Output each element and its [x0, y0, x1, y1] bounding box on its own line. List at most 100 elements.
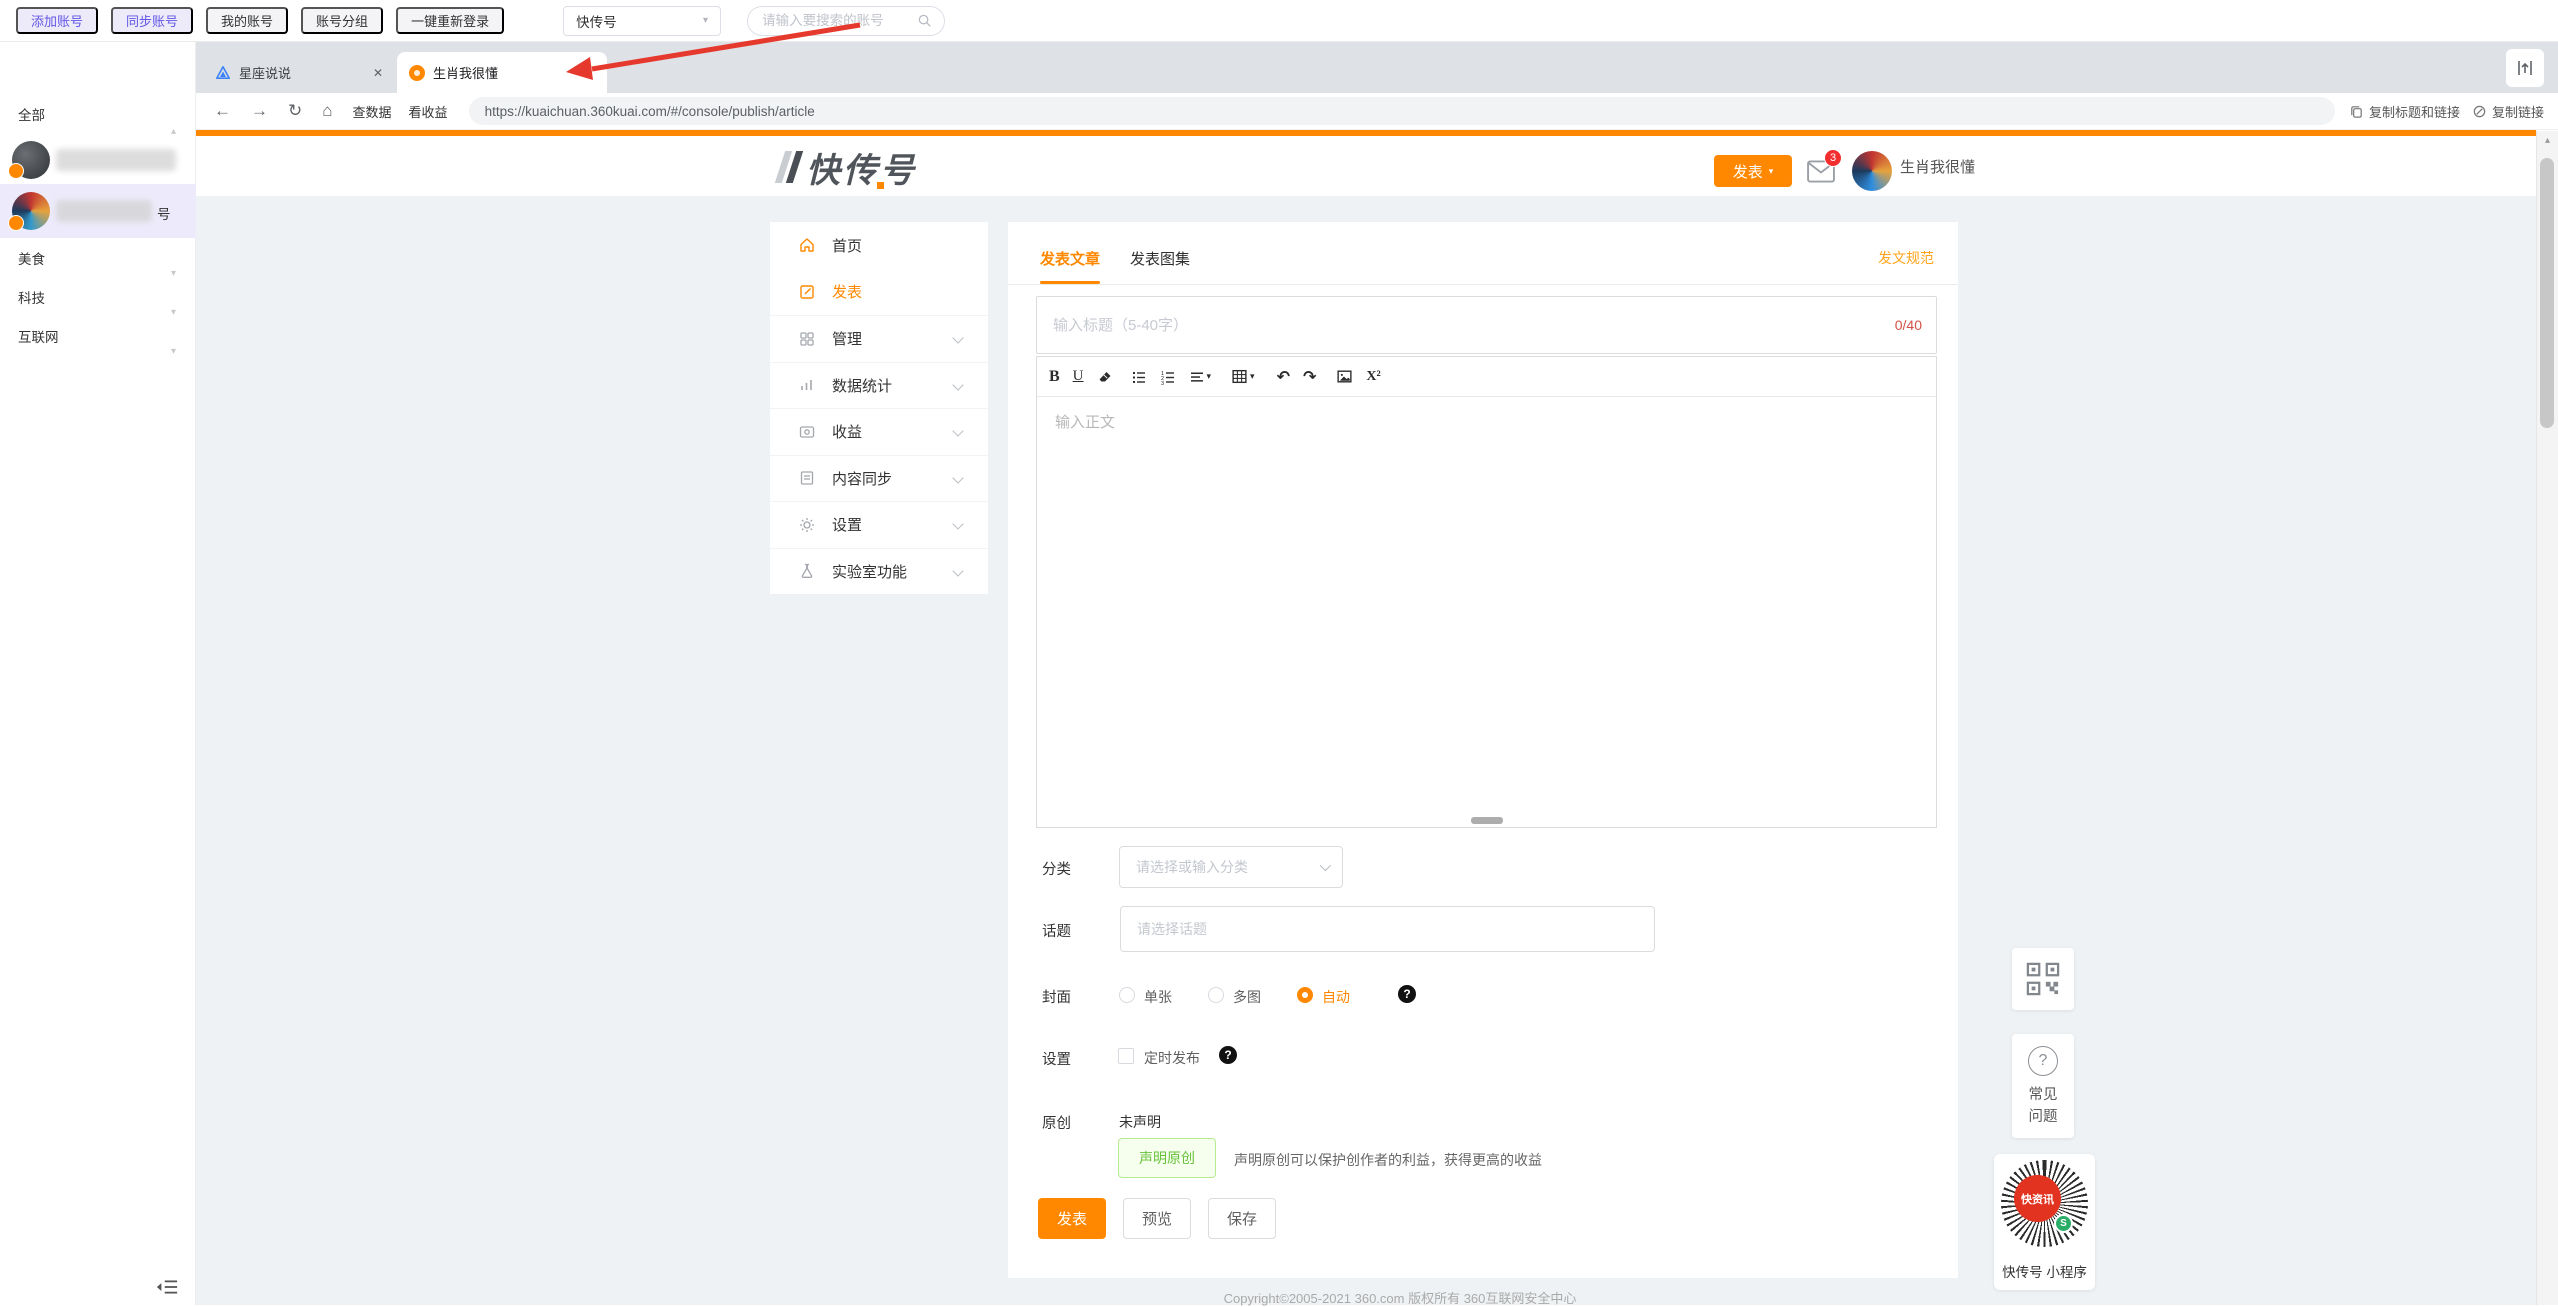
menu-item-home[interactable]: 首页	[770, 222, 988, 269]
caret-down-icon: ▾	[1207, 371, 1212, 382]
eraser-button[interactable]	[1097, 369, 1113, 385]
bookmark-view-data[interactable]: 查数据	[353, 102, 392, 121]
cover-multi-label[interactable]: 多图	[1233, 987, 1261, 1007]
original-label: 原创	[1042, 1112, 1071, 1133]
qr-center-text: 快资讯	[2021, 1191, 2054, 1207]
bold-button[interactable]: B	[1049, 368, 1060, 386]
logo-text: 快传号	[806, 143, 917, 192]
cover-single-label[interactable]: 单张	[1144, 987, 1172, 1007]
bookmark-view-income[interactable]: 看收益	[409, 102, 448, 121]
preview-button[interactable]: 预览	[1123, 1198, 1191, 1239]
home-icon[interactable]: ⌂	[322, 101, 332, 121]
platform-badge-icon	[8, 215, 24, 231]
publishing-rules-link[interactable]: 发文规范	[1878, 248, 1934, 268]
caret-down-icon: ▾	[171, 333, 176, 371]
collapse-sidebar-icon[interactable]	[154, 1278, 180, 1296]
ordered-list-button[interactable]: 123	[1160, 369, 1176, 385]
editor-hscrollbar-thumb[interactable]	[1471, 817, 1503, 824]
schedule-help-icon[interactable]: ?	[1219, 1046, 1237, 1064]
window-panel-button[interactable]	[2506, 49, 2544, 87]
menu-item-settings[interactable]: 设置	[770, 501, 988, 548]
editor-placeholder: 输入正文	[1055, 411, 1115, 432]
bullet-list-icon	[1131, 369, 1147, 385]
topic-input[interactable]	[1120, 906, 1655, 952]
bullet-list-button[interactable]	[1131, 369, 1147, 385]
miniprogram-badge-glyph: S	[2060, 1218, 2067, 1229]
account-item-1[interactable]	[0, 137, 196, 184]
redo-button[interactable]: ↷	[1303, 367, 1316, 387]
cover-auto-label[interactable]: 自动	[1322, 987, 1350, 1007]
menu-label: 发表	[832, 281, 862, 302]
footer-copyright: Copyright©2005-2021 360.com 版权所有 360互联网安…	[900, 1288, 1900, 1307]
browser-tab-1[interactable]: 星座说说 ✕	[203, 52, 395, 93]
tab-publish-gallery[interactable]: 发表图集	[1130, 248, 1190, 269]
menu-label: 设置	[832, 514, 862, 535]
editor-body[interactable]: 输入正文	[1037, 397, 1936, 827]
save-button[interactable]: 保存	[1208, 1198, 1276, 1239]
underline-button[interactable]: U	[1073, 368, 1084, 385]
publish-button[interactable]: 发表	[1038, 1198, 1106, 1239]
faq-line1: 常见	[2012, 1084, 2074, 1106]
declare-original-button[interactable]: 声明原创	[1118, 1138, 1216, 1178]
sync-account-button[interactable]: 同步账号	[111, 7, 193, 34]
cover-multi-radio[interactable]	[1208, 987, 1224, 1003]
logo-dot	[877, 182, 884, 189]
back-icon[interactable]: ←	[214, 101, 231, 121]
tab-title: 星座说说	[239, 63, 373, 82]
search-icon	[917, 13, 932, 28]
relogin-button[interactable]: 一键重新登录	[396, 7, 504, 34]
address-bar-input[interactable]	[485, 104, 2319, 119]
faq-line2: 问题	[2012, 1106, 2074, 1128]
cover-auto-radio-selected[interactable]	[1297, 987, 1313, 1003]
browser-tab-2-active[interactable]: 生肖我很懂	[397, 52, 607, 93]
menu-item-manage[interactable]: 管理	[770, 315, 988, 362]
menu-item-content-sync[interactable]: 内容同步	[770, 455, 988, 502]
account-item-2-selected[interactable]: 号	[0, 184, 196, 238]
chevron-down-icon	[952, 379, 963, 390]
title-input[interactable]	[1053, 317, 1846, 334]
menu-item-income[interactable]: 收益	[770, 408, 988, 455]
add-account-button[interactable]: 添加账号	[16, 7, 98, 34]
copy-title-link-button[interactable]: 复制标题和链接	[2349, 102, 2460, 121]
scrollbar-up-arrow[interactable]: ▴	[2537, 135, 2558, 146]
menu-item-publish[interactable]: 发表	[770, 269, 988, 316]
sidebar-group-food[interactable]: 美食 ▾	[0, 241, 196, 279]
schedule-label[interactable]: 定时发布	[1144, 1048, 1200, 1068]
header-avatar[interactable]	[1852, 151, 1892, 191]
table-button[interactable]: ▾	[1231, 368, 1255, 385]
menu-item-statistics[interactable]: 数据统计	[770, 362, 988, 409]
category-select[interactable]: 请选择或输入分类	[1119, 846, 1343, 888]
align-button[interactable]: ▾	[1189, 369, 1212, 385]
console-menu: 首页 发表 管理 数据统计 收益	[770, 222, 988, 594]
forward-icon[interactable]: →	[251, 101, 268, 121]
cover-help-icon[interactable]: ?	[1398, 985, 1416, 1003]
title-counter: 0/40	[1895, 317, 1922, 333]
qr-code-widget[interactable]	[2012, 948, 2074, 1010]
account-search[interactable]	[747, 6, 945, 36]
cover-single-radio[interactable]	[1119, 987, 1135, 1003]
scrollbar-thumb[interactable]	[2540, 158, 2554, 428]
copy-link-button[interactable]: 复制链接	[2472, 102, 2544, 121]
refresh-icon[interactable]: ↻	[288, 101, 302, 121]
account-search-input[interactable]	[762, 13, 917, 28]
sidebar-group-tech[interactable]: 科技 ▾	[0, 280, 196, 318]
header-publish-button[interactable]: 发表 ▾	[1714, 155, 1792, 187]
superscript-button[interactable]: X²	[1366, 369, 1380, 385]
address-bar[interactable]	[469, 97, 2335, 125]
tab-publish-article[interactable]: 发表文章	[1040, 248, 1100, 269]
tab-favicon	[409, 65, 425, 81]
faq-widget[interactable]: ? 常见 问题	[2012, 1034, 2074, 1138]
menu-item-lab[interactable]: 实验室功能	[770, 548, 988, 595]
close-icon[interactable]: ✕	[373, 66, 383, 80]
sidebar-group-internet[interactable]: 互联网 ▾	[0, 319, 196, 357]
page-scrollbar[interactable]: ▴	[2536, 131, 2558, 1305]
copy-link-label: 复制链接	[2492, 102, 2544, 121]
undo-button[interactable]: ↶	[1277, 367, 1290, 387]
sidebar-group-all[interactable]: 全部 ▴	[0, 95, 196, 137]
insert-image-button[interactable]	[1336, 368, 1353, 385]
platform-select[interactable]: 快传号 ▾	[563, 6, 721, 36]
schedule-checkbox[interactable]	[1118, 1048, 1134, 1064]
account-group-button[interactable]: 账号分组	[301, 7, 383, 34]
my-account-button[interactable]: 我的账号	[206, 7, 288, 34]
cover-label: 封面	[1042, 986, 1071, 1007]
